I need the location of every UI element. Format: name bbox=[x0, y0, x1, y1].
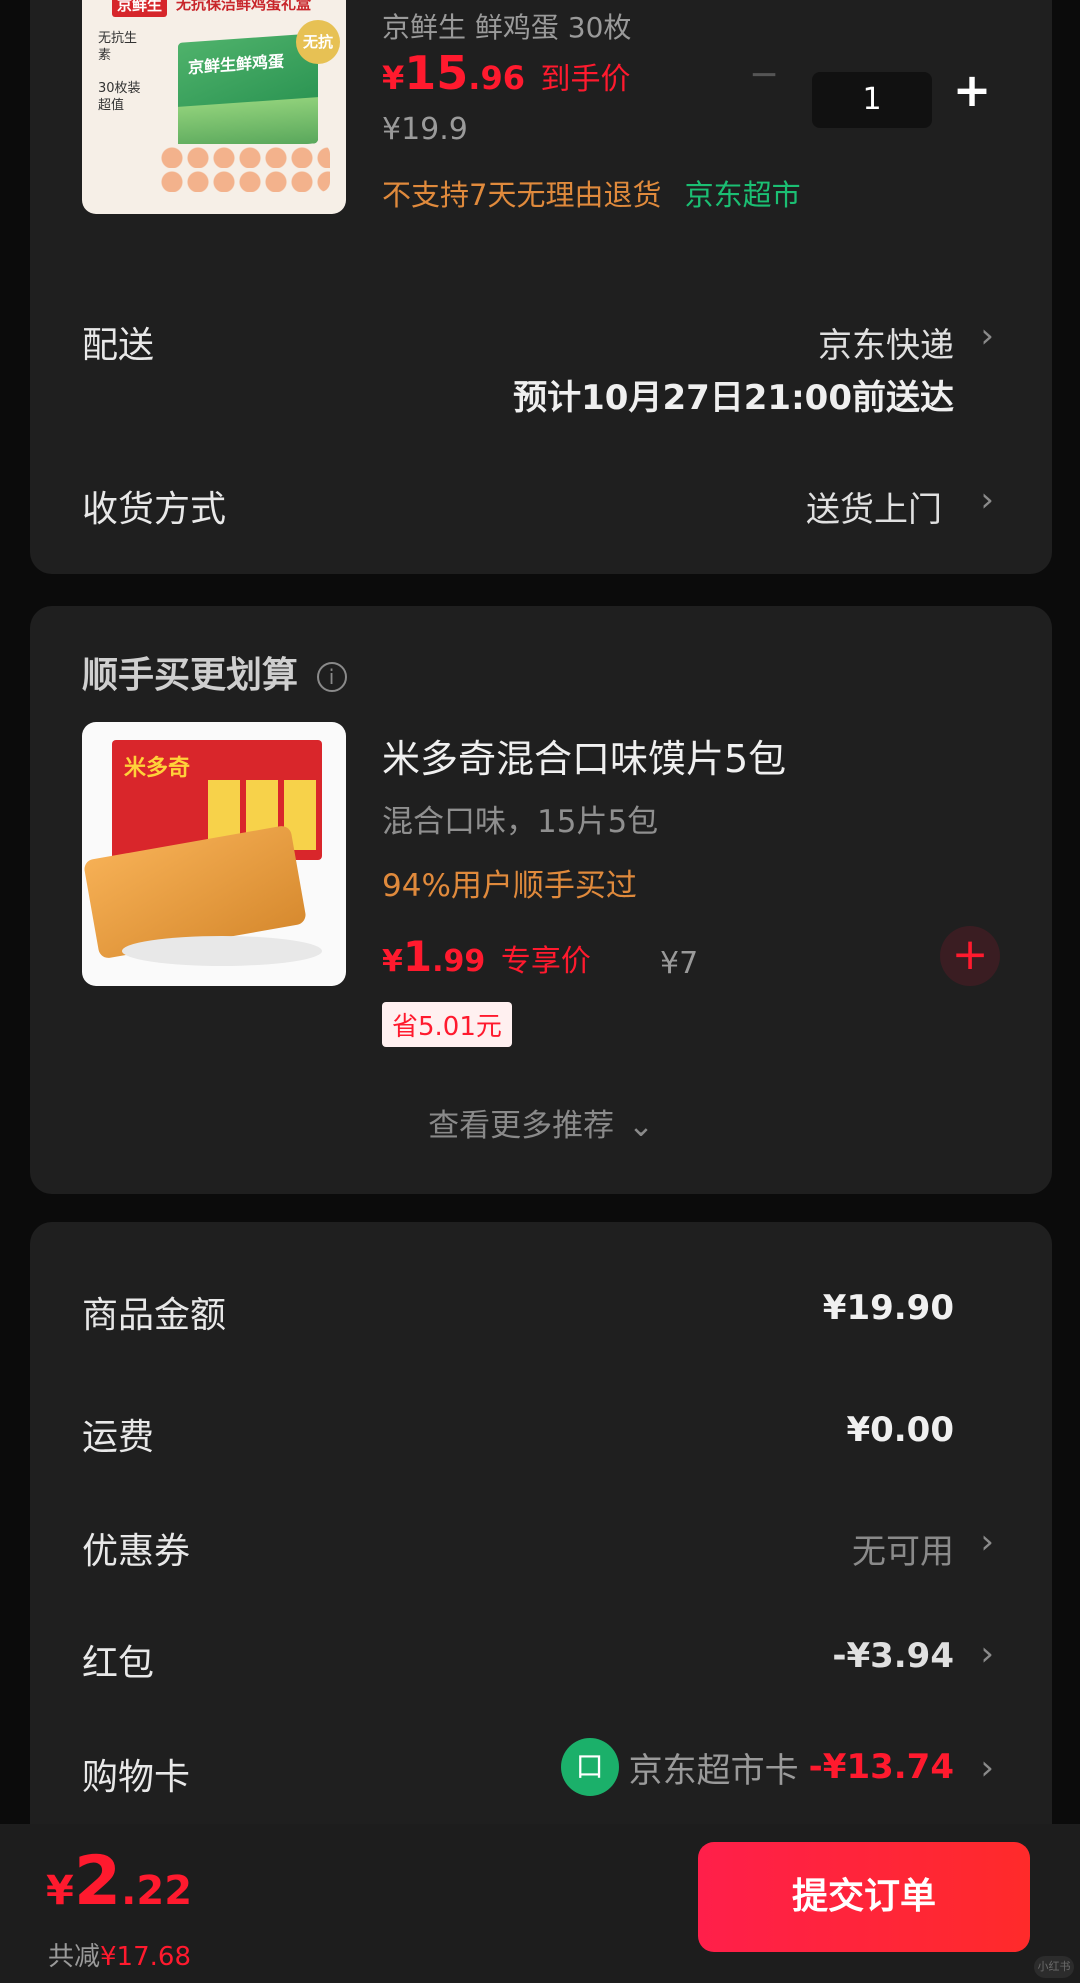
goods-amount-label: 商品金额 bbox=[82, 1295, 227, 1336]
chevron-right-icon[interactable]: › bbox=[980, 480, 994, 520]
chevron-right-icon[interactable]: › bbox=[980, 1634, 994, 1674]
shopping-card-amount: -¥13.74 bbox=[808, 1747, 954, 1787]
shopping-card-name: 京东超市卡 bbox=[628, 1750, 799, 1791]
delivery-method[interactable]: 京东快递 bbox=[818, 318, 954, 367]
addon-spec: 混合口味，15片5包 bbox=[382, 804, 659, 840]
no-return-note: 不支持7天无理由退货 bbox=[382, 178, 662, 212]
watermark: 小红书 bbox=[1034, 1956, 1074, 1978]
add-addon-button[interactable]: + bbox=[940, 926, 1000, 986]
quantity-minus-button[interactable]: − bbox=[744, 54, 784, 95]
price-int: 15 bbox=[404, 46, 469, 100]
thumb-brand: 米多奇 bbox=[124, 756, 191, 781]
quantity-input[interactable]: 1 bbox=[812, 72, 932, 128]
addon-price: ¥1.99 专享价 bbox=[382, 932, 591, 981]
thumb-eggs bbox=[160, 144, 330, 192]
product-thumbnail[interactable]: 京鲜生 无抗保洁鲜鸡蛋礼盒 无抗生素 30枚装超值 京鲜生鲜鸡蛋 无抗 bbox=[82, 0, 346, 214]
addon-original-price: ¥7 bbox=[660, 946, 699, 981]
shopping-card-value[interactable]: 口 京东超市卡 -¥13.74 bbox=[560, 1738, 954, 1796]
quantity-plus-button[interactable]: + bbox=[950, 60, 994, 120]
product-subtitle: 京鲜生 鲜鸡蛋 30枚 bbox=[382, 11, 632, 44]
thumb-brand: 京鲜生 bbox=[112, 0, 168, 17]
chevron-down-icon: ⌄ bbox=[627, 1108, 654, 1144]
receive-method-label: 收货方式 bbox=[82, 489, 227, 530]
thumb-checks: 无抗生素 30枚装超值 bbox=[96, 30, 148, 114]
shopping-card-icon: 口 bbox=[560, 1738, 619, 1796]
freight-label: 运费 bbox=[82, 1417, 155, 1458]
addon-thumbnail[interactable]: 米多奇 bbox=[82, 722, 346, 986]
saved-value: ¥17.68 bbox=[100, 1942, 191, 1972]
price-decimal: .22 bbox=[121, 1868, 193, 1914]
checkout-bar: ¥2.22 共减¥17.68 提交订单 小红书 bbox=[0, 1824, 1080, 1983]
chevron-right-icon[interactable]: › bbox=[980, 1522, 994, 1562]
addon-card: 顺手买更划算 i 米多奇 米多奇混合口味馍片5包 混合口味，15片5包 94%用… bbox=[30, 606, 1052, 1194]
red-packet-value[interactable]: -¥3.94 bbox=[832, 1636, 954, 1676]
receive-method-value[interactable]: 送货上门 bbox=[806, 482, 942, 531]
addon-name[interactable]: 米多奇混合口味馍片5包 bbox=[382, 728, 786, 783]
price-symbol: ¥ bbox=[46, 1868, 74, 1914]
addon-title: 顺手买更划算 i bbox=[82, 646, 347, 698]
delivery-label: 配送 bbox=[82, 325, 155, 366]
product-price: ¥15.96 到手价 bbox=[382, 46, 631, 100]
red-packet-label: 红包 bbox=[82, 1643, 155, 1684]
info-icon[interactable]: i bbox=[316, 662, 347, 692]
saved-label: 共减 bbox=[48, 1942, 101, 1972]
see-more-recommendations[interactable]: 查看更多推荐 ⌄ bbox=[30, 1100, 1052, 1145]
price-tag: 专享价 bbox=[500, 944, 591, 979]
thumb-seal: 无抗 bbox=[296, 20, 340, 64]
price-decimal: .99 bbox=[432, 944, 486, 979]
price-int: 2 bbox=[73, 1842, 122, 1921]
price-symbol: ¥ bbox=[382, 59, 405, 97]
price-symbol: ¥ bbox=[382, 944, 403, 979]
savings-badge: 省5.01元 bbox=[382, 1002, 512, 1047]
shopping-card-label: 购物卡 bbox=[82, 1757, 191, 1798]
price-int: 1 bbox=[402, 932, 433, 981]
chevron-right-icon[interactable]: › bbox=[980, 1748, 994, 1788]
total-saved: 共减¥17.68 bbox=[48, 1936, 191, 1973]
price-tag: 到手价 bbox=[540, 62, 631, 97]
original-price: ¥19.9 bbox=[382, 112, 468, 147]
coupon-value[interactable]: 无可用 bbox=[852, 1524, 954, 1573]
delivery-eta: 预计10月27日21:00前送达 bbox=[513, 378, 954, 418]
store-name[interactable]: 京东超市 bbox=[685, 178, 801, 212]
order-item-card: 京鲜生 无抗保洁鲜鸡蛋礼盒 无抗生素 30枚装超值 京鲜生鲜鸡蛋 无抗 京鲜生 … bbox=[30, 0, 1052, 574]
price-decimal: .96 bbox=[468, 59, 525, 97]
addon-title-text: 顺手买更划算 bbox=[82, 655, 299, 696]
total-price: ¥2.22 bbox=[46, 1842, 192, 1921]
chevron-right-icon[interactable]: › bbox=[980, 316, 994, 356]
thumb-check-1: 无抗生素 bbox=[98, 31, 138, 63]
submit-order-button[interactable]: 提交订单 bbox=[698, 1842, 1030, 1952]
freight-value: ¥0.00 bbox=[846, 1410, 954, 1450]
coupon-label: 优惠券 bbox=[82, 1531, 191, 1572]
price-summary-card: 商品金额 ¥19.90 运费 ¥0.00 优惠券 无可用 › 红包 -¥3.94… bbox=[30, 1222, 1052, 1862]
return-policy: 不支持7天无理由退货 京东超市 bbox=[382, 172, 801, 214]
thumb-banner: 无抗保洁鲜鸡蛋礼盒 bbox=[176, 0, 312, 13]
addon-bought-rate: 94%用户顺手买过 bbox=[382, 868, 637, 904]
thumb-check-2: 30枚装超值 bbox=[98, 81, 141, 113]
see-more-label: 查看更多推荐 bbox=[428, 1108, 615, 1144]
goods-amount-value: ¥19.90 bbox=[822, 1288, 954, 1328]
